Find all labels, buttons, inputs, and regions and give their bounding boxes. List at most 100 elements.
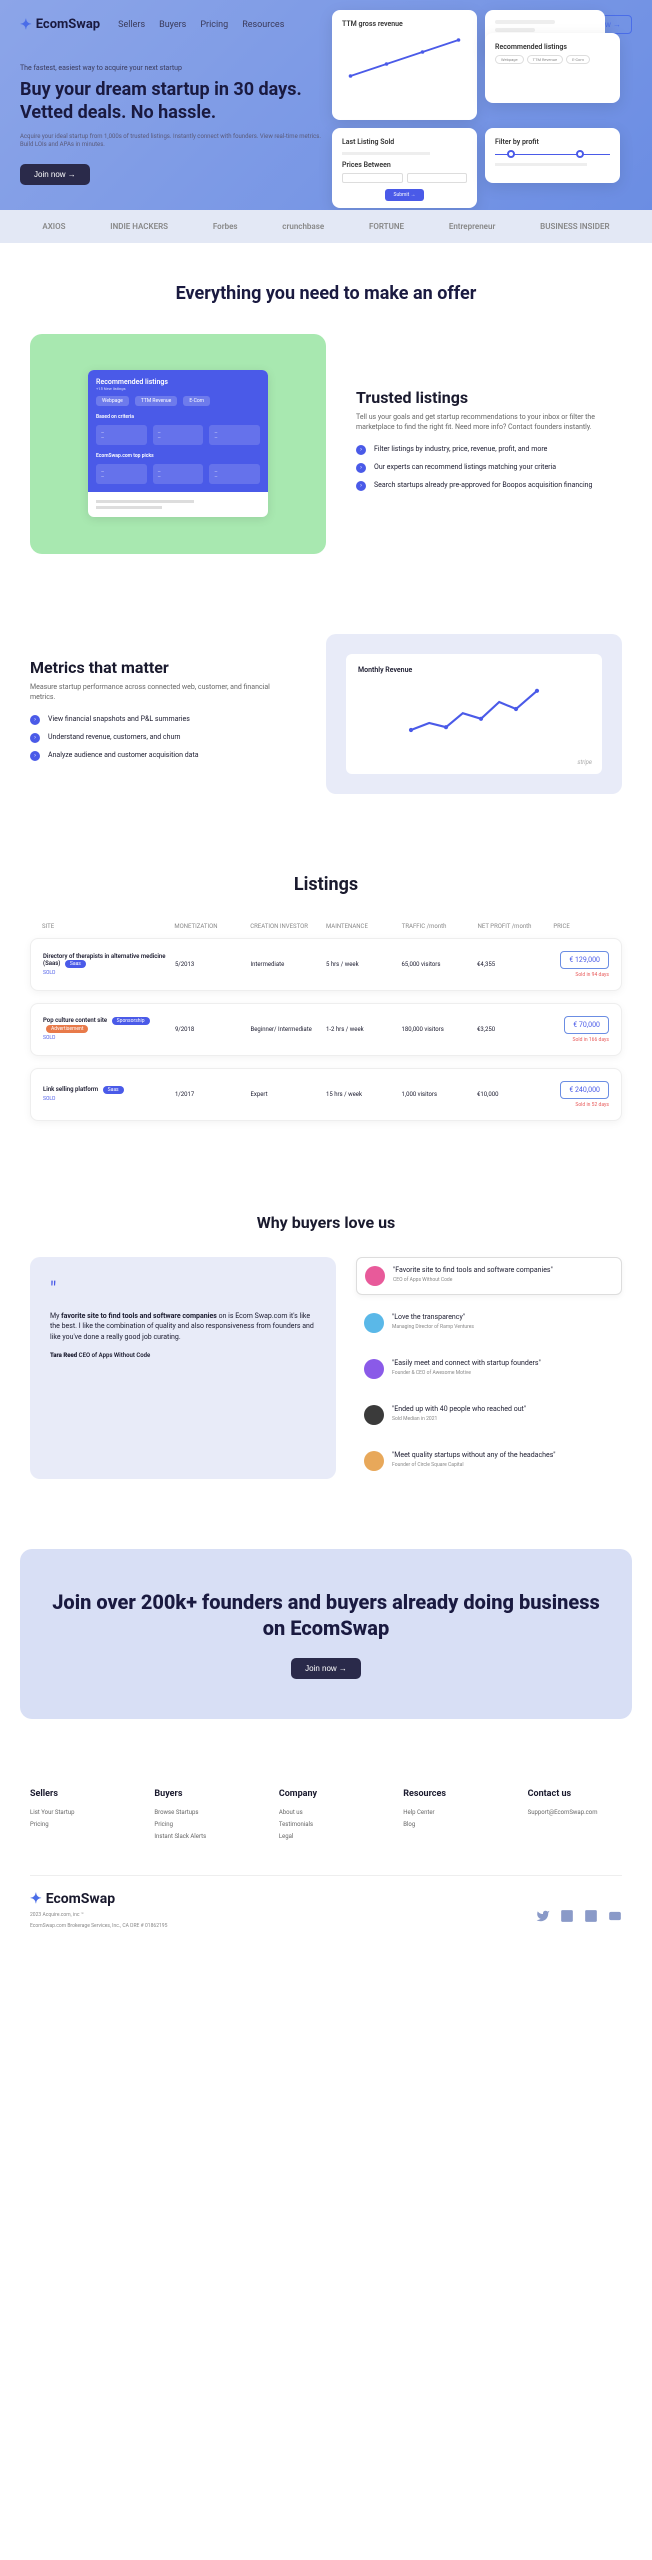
bullet-icon: › <box>356 481 366 491</box>
footer-link[interactable]: Legal <box>279 1833 373 1840</box>
listings-title: Listings <box>30 874 622 895</box>
bullet-item: ›Our experts can recommend listings matc… <box>356 463 622 473</box>
trusted-listings-image: Recommended listings +15 New listings We… <box>30 334 326 554</box>
testimonial-role: CEO of Apps Without Code <box>393 1277 553 1283</box>
testimonials-title: Why buyers love us <box>30 1213 622 1232</box>
twitter-icon[interactable] <box>536 1909 550 1923</box>
recommended-card-title: Recommended listings <box>495 43 610 51</box>
youtube-icon[interactable] <box>608 1909 622 1923</box>
press-logo: Entrepreneur <box>449 222 496 231</box>
bullet-text: Our experts can recommend listings match… <box>374 463 556 471</box>
logo[interactable]: ✦ EcomSwap <box>20 17 100 33</box>
footer-brand: EcomSwap <box>46 1891 115 1907</box>
testimonial-item[interactable]: "Easily meet and connect with startup fo… <box>356 1351 622 1387</box>
price-button[interactable]: € 129,000 <box>560 951 609 969</box>
footer-link[interactable]: Pricing <box>154 1821 248 1828</box>
price-button[interactable]: € 70,000 <box>564 1016 609 1034</box>
table-header-cell: PRICE <box>553 923 610 930</box>
footer-column: Company About us Testimonials Legal <box>279 1789 373 1845</box>
press-logo: AXIOS <box>42 222 65 231</box>
testimonial-quote: "Ended up with 40 people who reached out… <box>392 1405 526 1414</box>
footer-heading: Company <box>279 1789 373 1799</box>
listing-row[interactable]: Link selling platform SaasSOLD1/2017Expe… <box>30 1068 622 1121</box>
featured-testimonial: " My favorite site to find tools and sof… <box>30 1257 336 1479</box>
listing-profit: €4,355 <box>477 961 548 968</box>
bullet-icon: › <box>30 733 40 743</box>
avatar <box>364 1405 384 1425</box>
footer-link[interactable]: Pricing <box>30 1821 124 1828</box>
metrics-chart-title: Monthly Revenue <box>358 666 590 674</box>
listing-creation: 9/2018 <box>175 1026 246 1033</box>
footer-link[interactable]: About us <box>279 1809 373 1816</box>
footer-link[interactable]: Help Center <box>403 1809 497 1816</box>
quote-icon: " <box>50 1277 316 1301</box>
cta-button[interactable]: Join now → <box>291 1658 361 1679</box>
hero-tagline: The fastest, easiest way to acquire your… <box>20 64 326 72</box>
table-header-cell: MONETIZATION <box>174 923 245 930</box>
avatar <box>364 1359 384 1379</box>
rec-card-title: Recommended listings <box>96 378 260 386</box>
facebook-icon[interactable] <box>584 1909 598 1923</box>
metrics-subtext: Measure startup performance across conne… <box>30 683 286 703</box>
footer-link[interactable]: List Your Startup <box>30 1809 124 1816</box>
testimonial-item[interactable]: "Meet quality startups without any of th… <box>356 1443 622 1479</box>
nav-link[interactable]: Sellers <box>118 20 145 30</box>
bullet-item: ›Analyze audience and customer acquisiti… <box>30 751 286 761</box>
recommended-card: Recommended listings WebpageTTM RevenueE… <box>485 33 620 103</box>
listing-traffic: 65,000 visitors <box>402 961 473 968</box>
footer-column: ResourcesHelp CenterBlog <box>403 1789 497 1845</box>
footer-link[interactable]: Blog <box>403 1821 497 1828</box>
testimonial-item[interactable]: "Ended up with 40 people who reached out… <box>356 1397 622 1433</box>
nav-link[interactable]: Resources <box>242 20 284 30</box>
press-logo: BUSINESS INSIDER <box>540 222 609 231</box>
hero-cta-button[interactable]: Join now → <box>20 164 90 185</box>
metrics-chart-card: Monthly Revenue stripe <box>326 634 622 794</box>
legal-text: EcomSwap.com Brokerage Services, Inc., C… <box>30 1923 622 1929</box>
table-header-cell: CREATION INVESTOR <box>250 923 321 930</box>
footer-heading: Buyers <box>154 1789 248 1799</box>
footer-logo-icon: ✦ <box>30 1891 42 1907</box>
listing-row[interactable]: Directory of therapists in alternative m… <box>30 938 622 991</box>
footer-heading: Sellers <box>30 1789 124 1799</box>
filter-title: Filter by profit <box>495 138 610 146</box>
linkedin-icon[interactable] <box>560 1909 574 1923</box>
testimonial-item[interactable]: "Love the transparency"Managing Director… <box>356 1305 622 1341</box>
listing-creation: 5/2013 <box>175 961 246 968</box>
avatar <box>364 1451 384 1471</box>
testimonial-quote: "Favorite site to find tools and softwar… <box>393 1266 553 1275</box>
price-button[interactable]: € 240,000 <box>560 1081 609 1099</box>
stripe-label: stripe <box>577 759 592 766</box>
footer-link[interactable]: Testimonials <box>279 1821 373 1828</box>
listing-maintenance: 15 hrs / week <box>326 1091 397 1098</box>
trusted-heading: Trusted listings <box>356 388 622 407</box>
footer-logo[interactable]: ✦ EcomSwap <box>30 1891 622 1907</box>
listing-site: Pop culture content site SponsorshipAdve… <box>43 1017 170 1041</box>
press-bar: AXIOSINDIE HACKERSForbescrunchbaseFORTUN… <box>0 210 652 243</box>
table-header-cell: MAINTENANCE <box>326 923 397 930</box>
bullet-text: Search startups already pre-approved for… <box>374 481 592 489</box>
logo-icon: ✦ <box>20 17 32 33</box>
sold-days: Sold in 166 days <box>553 1037 609 1043</box>
press-logo: crunchbase <box>282 222 324 231</box>
prices-title: Prices Between <box>342 161 467 169</box>
brand-name: EcomSwap <box>36 17 100 32</box>
bullet-item: › Search startups already pre-approved fo… <box>356 481 622 491</box>
bullet-text: View financial snapshots and P&L summari… <box>48 715 190 723</box>
footer-column: Contact usSupport@EcomSwap.com <box>528 1789 622 1845</box>
testimonial-item[interactable]: "Favorite site to find tools and softwar… <box>356 1257 622 1295</box>
footer-link[interactable]: Support@EcomSwap.com <box>528 1809 622 1816</box>
listing-maintenance: 1-2 hrs / week <box>326 1026 397 1033</box>
press-logo: Forbes <box>213 222 238 231</box>
hero-description: Acquire your ideal startup from 1,000s o… <box>20 133 326 150</box>
table-header-cell: SITE <box>42 923 169 930</box>
listing-row[interactable]: Pop culture content site SponsorshipAdve… <box>30 1003 622 1056</box>
featured-testimonial-text: My favorite site to find tools and softw… <box>50 1311 316 1343</box>
nav-link[interactable]: Pricing <box>200 20 228 30</box>
footer-link[interactable]: Instant Slack Alerts <box>154 1833 248 1840</box>
listing-site: Directory of therapists in alternative m… <box>43 953 170 976</box>
footer-link[interactable]: Browse Startups <box>154 1809 248 1816</box>
testimonial-quote: "Meet quality startups without any of th… <box>392 1451 556 1460</box>
table-header-cell: NET PROFIT /month <box>478 923 549 930</box>
nav-link[interactable]: Buyers <box>159 20 186 30</box>
listing-investor: Intermediate <box>250 961 321 968</box>
